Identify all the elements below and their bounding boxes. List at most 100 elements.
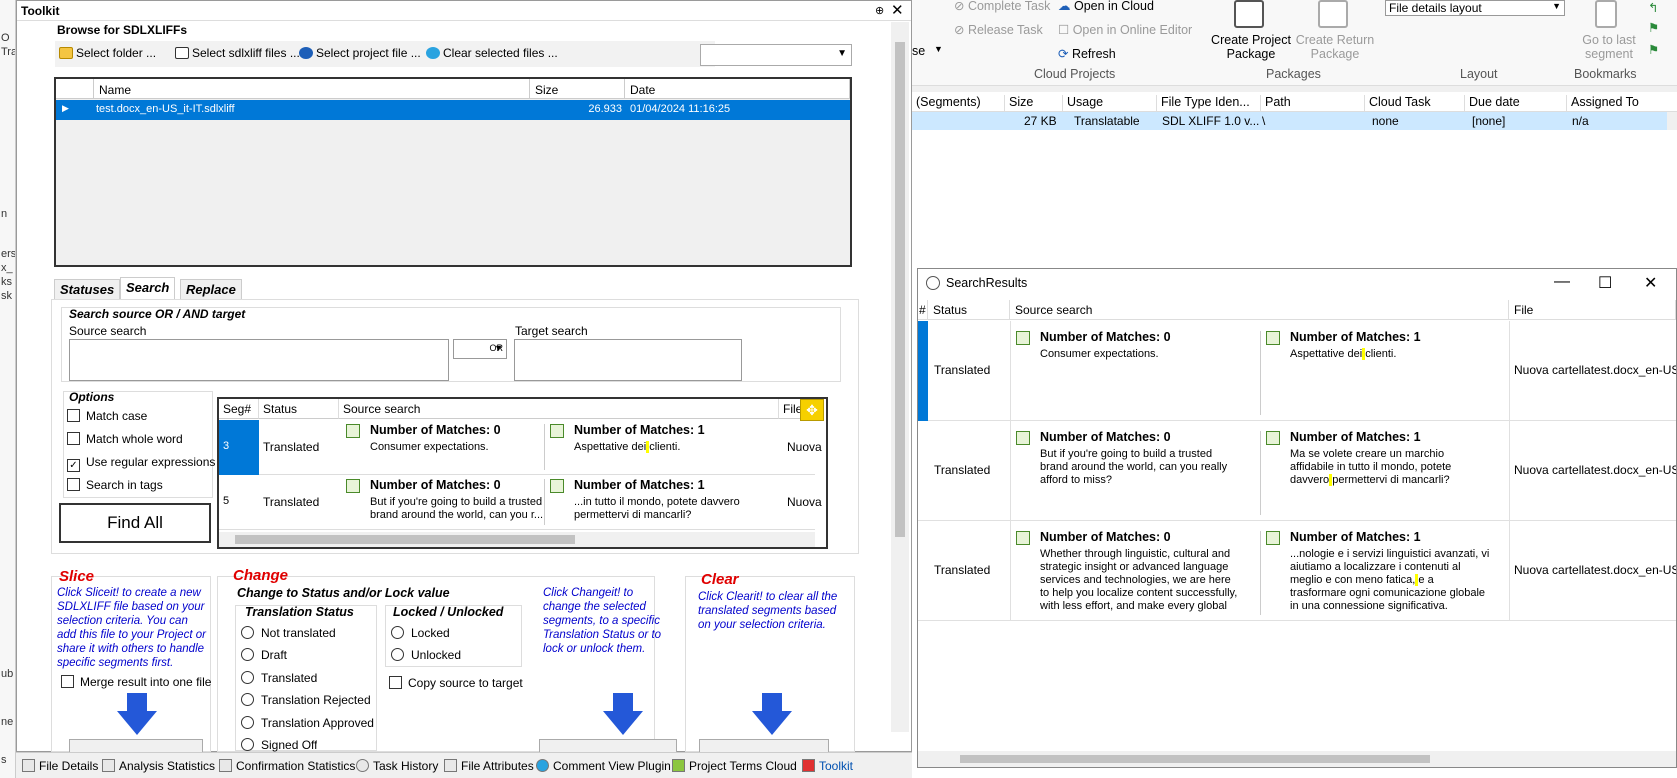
tab-confirmation-statistics[interactable]: Confirmation Statistics	[219, 759, 355, 773]
tab-analysis-statistics[interactable]: Analysis Statistics	[102, 759, 215, 773]
column-header-name[interactable]: Name	[94, 79, 530, 99]
file-details-row[interactable]: 27 KB Translatable SDL XLIFF 1.0 v... \ …	[912, 112, 1667, 130]
toolkit-scrollbar[interactable]	[891, 22, 909, 732]
edge-text: n	[1, 208, 8, 220]
create-return-package-button[interactable]: Create Return Package	[1294, 33, 1376, 61]
tab-toolkit[interactable]: Toolkit	[802, 759, 853, 773]
row-selector[interactable]	[918, 421, 928, 521]
row-selector[interactable]	[918, 521, 928, 621]
use-regex-checkbox[interactable]: ✓ Use regular expressions	[67, 455, 215, 472]
close-icon[interactable]: ✕	[891, 1, 904, 19]
column-header-seg[interactable]: Seg#	[219, 399, 259, 419]
table-row[interactable]: Translated Number of Matches: 0 Whether …	[918, 521, 1676, 621]
match-case-checkbox[interactable]: Match case	[67, 409, 147, 423]
radio-unlocked[interactable]: Unlocked	[391, 648, 461, 662]
operator-select[interactable]: OR ▼	[453, 339, 507, 359]
sliceit-button[interactable]	[69, 739, 203, 753]
radio-translated[interactable]: Translated	[241, 671, 317, 685]
select-project-button[interactable]: Select project file ...	[299, 46, 421, 60]
changeit-button[interactable]	[539, 739, 677, 753]
pin-icon[interactable]: ⊕	[875, 4, 884, 17]
slice-title: Slice	[59, 568, 95, 585]
stats-icon	[102, 759, 115, 772]
column-header[interactable]: Usage	[1062, 95, 1103, 113]
file-size: 26.933	[588, 103, 622, 115]
column-header-size[interactable]: Size	[530, 79, 625, 99]
file-details-header: (Segments) Size Usage File Type Iden... …	[912, 92, 1677, 113]
close-button[interactable]: ✕	[1644, 273, 1657, 293]
column-header-status[interactable]: Status	[259, 399, 339, 419]
column-header[interactable]: File Type Iden...	[1156, 95, 1250, 113]
find-all-button[interactable]: Find All	[59, 503, 211, 543]
tab-comment-view-plugin[interactable]: Comment View Plugin	[536, 759, 671, 773]
column-header[interactable]: Assigned To	[1566, 95, 1639, 113]
column-header[interactable]: Due date	[1464, 95, 1520, 113]
select-folder-button[interactable]: Select folder ...	[59, 46, 156, 60]
minimize-button[interactable]: —	[1554, 273, 1570, 291]
column-header[interactable]: Cloud Task	[1364, 95, 1431, 113]
open-online-editor-button[interactable]: ☐ Open in Online Editor	[1058, 22, 1192, 37]
tab-file-attributes[interactable]: File Attributes	[444, 759, 534, 773]
column-header[interactable]: Size	[1004, 95, 1033, 113]
source-search-input[interactable]	[69, 339, 449, 381]
column-header-date[interactable]: Date	[625, 79, 850, 99]
edge-text: ers	[1, 248, 16, 260]
document-icon	[550, 479, 564, 493]
table-row[interactable]: Translated Number of Matches: 0 Consumer…	[918, 321, 1676, 421]
layout-select[interactable]: File details layout ▼	[1385, 0, 1565, 16]
clear-selected-button[interactable]: Clear selected files ...	[426, 46, 558, 60]
results-horizontal-scrollbar[interactable]	[219, 532, 815, 547]
maximize-button[interactable]: ☐	[1598, 273, 1612, 293]
column-header[interactable]: (Segments)	[912, 95, 981, 113]
column-header[interactable]: Path	[1260, 95, 1291, 113]
search-in-tags-checkbox[interactable]: Search in tags	[67, 478, 163, 492]
refresh-button[interactable]: ⟳ Refresh	[1058, 46, 1116, 61]
column-header-index[interactable]: #	[918, 300, 928, 320]
document-icon	[1266, 431, 1280, 445]
radio-signed-off[interactable]: Signed Off	[241, 738, 317, 752]
column-header-source[interactable]: Source search	[1010, 300, 1509, 320]
refresh-icon: ⟳	[1058, 47, 1072, 61]
tab-statuses[interactable]: Statuses	[54, 279, 121, 299]
bookmark-icon[interactable]: ↰	[1648, 0, 1658, 15]
table-row[interactable]: Translated Number of Matches: 0 But if y…	[918, 421, 1676, 521]
column-header-source[interactable]: Source search	[339, 399, 779, 419]
table-row[interactable]: 3 Translated Number of Matches: 0 Consum…	[219, 420, 822, 475]
tab-search[interactable]: Search	[120, 277, 176, 299]
row-selector[interactable]	[918, 321, 928, 421]
merge-result-checkbox[interactable]: Merge result into one file	[61, 675, 211, 689]
tab-replace[interactable]: Replace	[180, 279, 242, 299]
bookmark-prev-icon[interactable]: ⚑	[1648, 42, 1659, 57]
browse-combo[interactable]: ▼	[700, 44, 852, 66]
radio-draft[interactable]: Draft	[241, 648, 287, 662]
radio-locked[interactable]: Locked	[391, 626, 450, 640]
column-header-file[interactable]: File	[1509, 300, 1676, 320]
clearit-button[interactable]	[699, 739, 829, 753]
radio-not-translated[interactable]: Not translated	[241, 626, 336, 640]
dropdown-arrow-icon[interactable]: ▼	[934, 44, 943, 54]
bookmarks-group-label: Bookmarks	[1574, 67, 1637, 81]
radio-translation-rejected[interactable]: Translation Rejected	[241, 693, 371, 707]
go-to-last-segment-button[interactable]: Go to last segment	[1578, 33, 1640, 61]
expand-icon[interactable]: ✥	[800, 399, 824, 421]
search-results-horizontal-scrollbar[interactable]	[918, 751, 1676, 767]
complete-task-button[interactable]: ⊘ Complete Task	[954, 0, 1050, 13]
open-in-cloud-button[interactable]: ☁ Open in Cloud	[1058, 0, 1154, 13]
target-search-input[interactable]	[514, 339, 742, 381]
select-sdlxliff-button[interactable]: Select sdlxliff files ...	[175, 46, 300, 60]
copy-source-checkbox[interactable]: Copy source to target	[389, 676, 523, 690]
target-search-label: Target search	[515, 324, 588, 338]
radio-translation-approved[interactable]: Translation Approved	[241, 716, 374, 730]
row-file: Nuova	[787, 495, 822, 509]
tab-task-history[interactable]: Task History	[356, 759, 438, 773]
file-row[interactable]: ▶ test.docx_en-US_it-IT.sdlxliff 26.933 …	[56, 100, 850, 120]
release-task-button[interactable]: ⊘ Release Task	[954, 22, 1043, 37]
table-row[interactable]: 5 Translated Number of Matches: 0 But if…	[219, 475, 822, 530]
column-header-status[interactable]: Status	[928, 300, 1010, 320]
tab-project-terms-cloud[interactable]: Project Terms Cloud	[672, 759, 797, 773]
create-project-package-button[interactable]: Create Project Package	[1210, 33, 1292, 61]
match-whole-word-checkbox[interactable]: Match whole word	[67, 432, 183, 446]
ribbon-partial-item[interactable]: se	[912, 44, 925, 58]
tab-file-details[interactable]: File Details	[22, 759, 98, 773]
bookmark-next-icon[interactable]: ⚑	[1648, 20, 1659, 35]
